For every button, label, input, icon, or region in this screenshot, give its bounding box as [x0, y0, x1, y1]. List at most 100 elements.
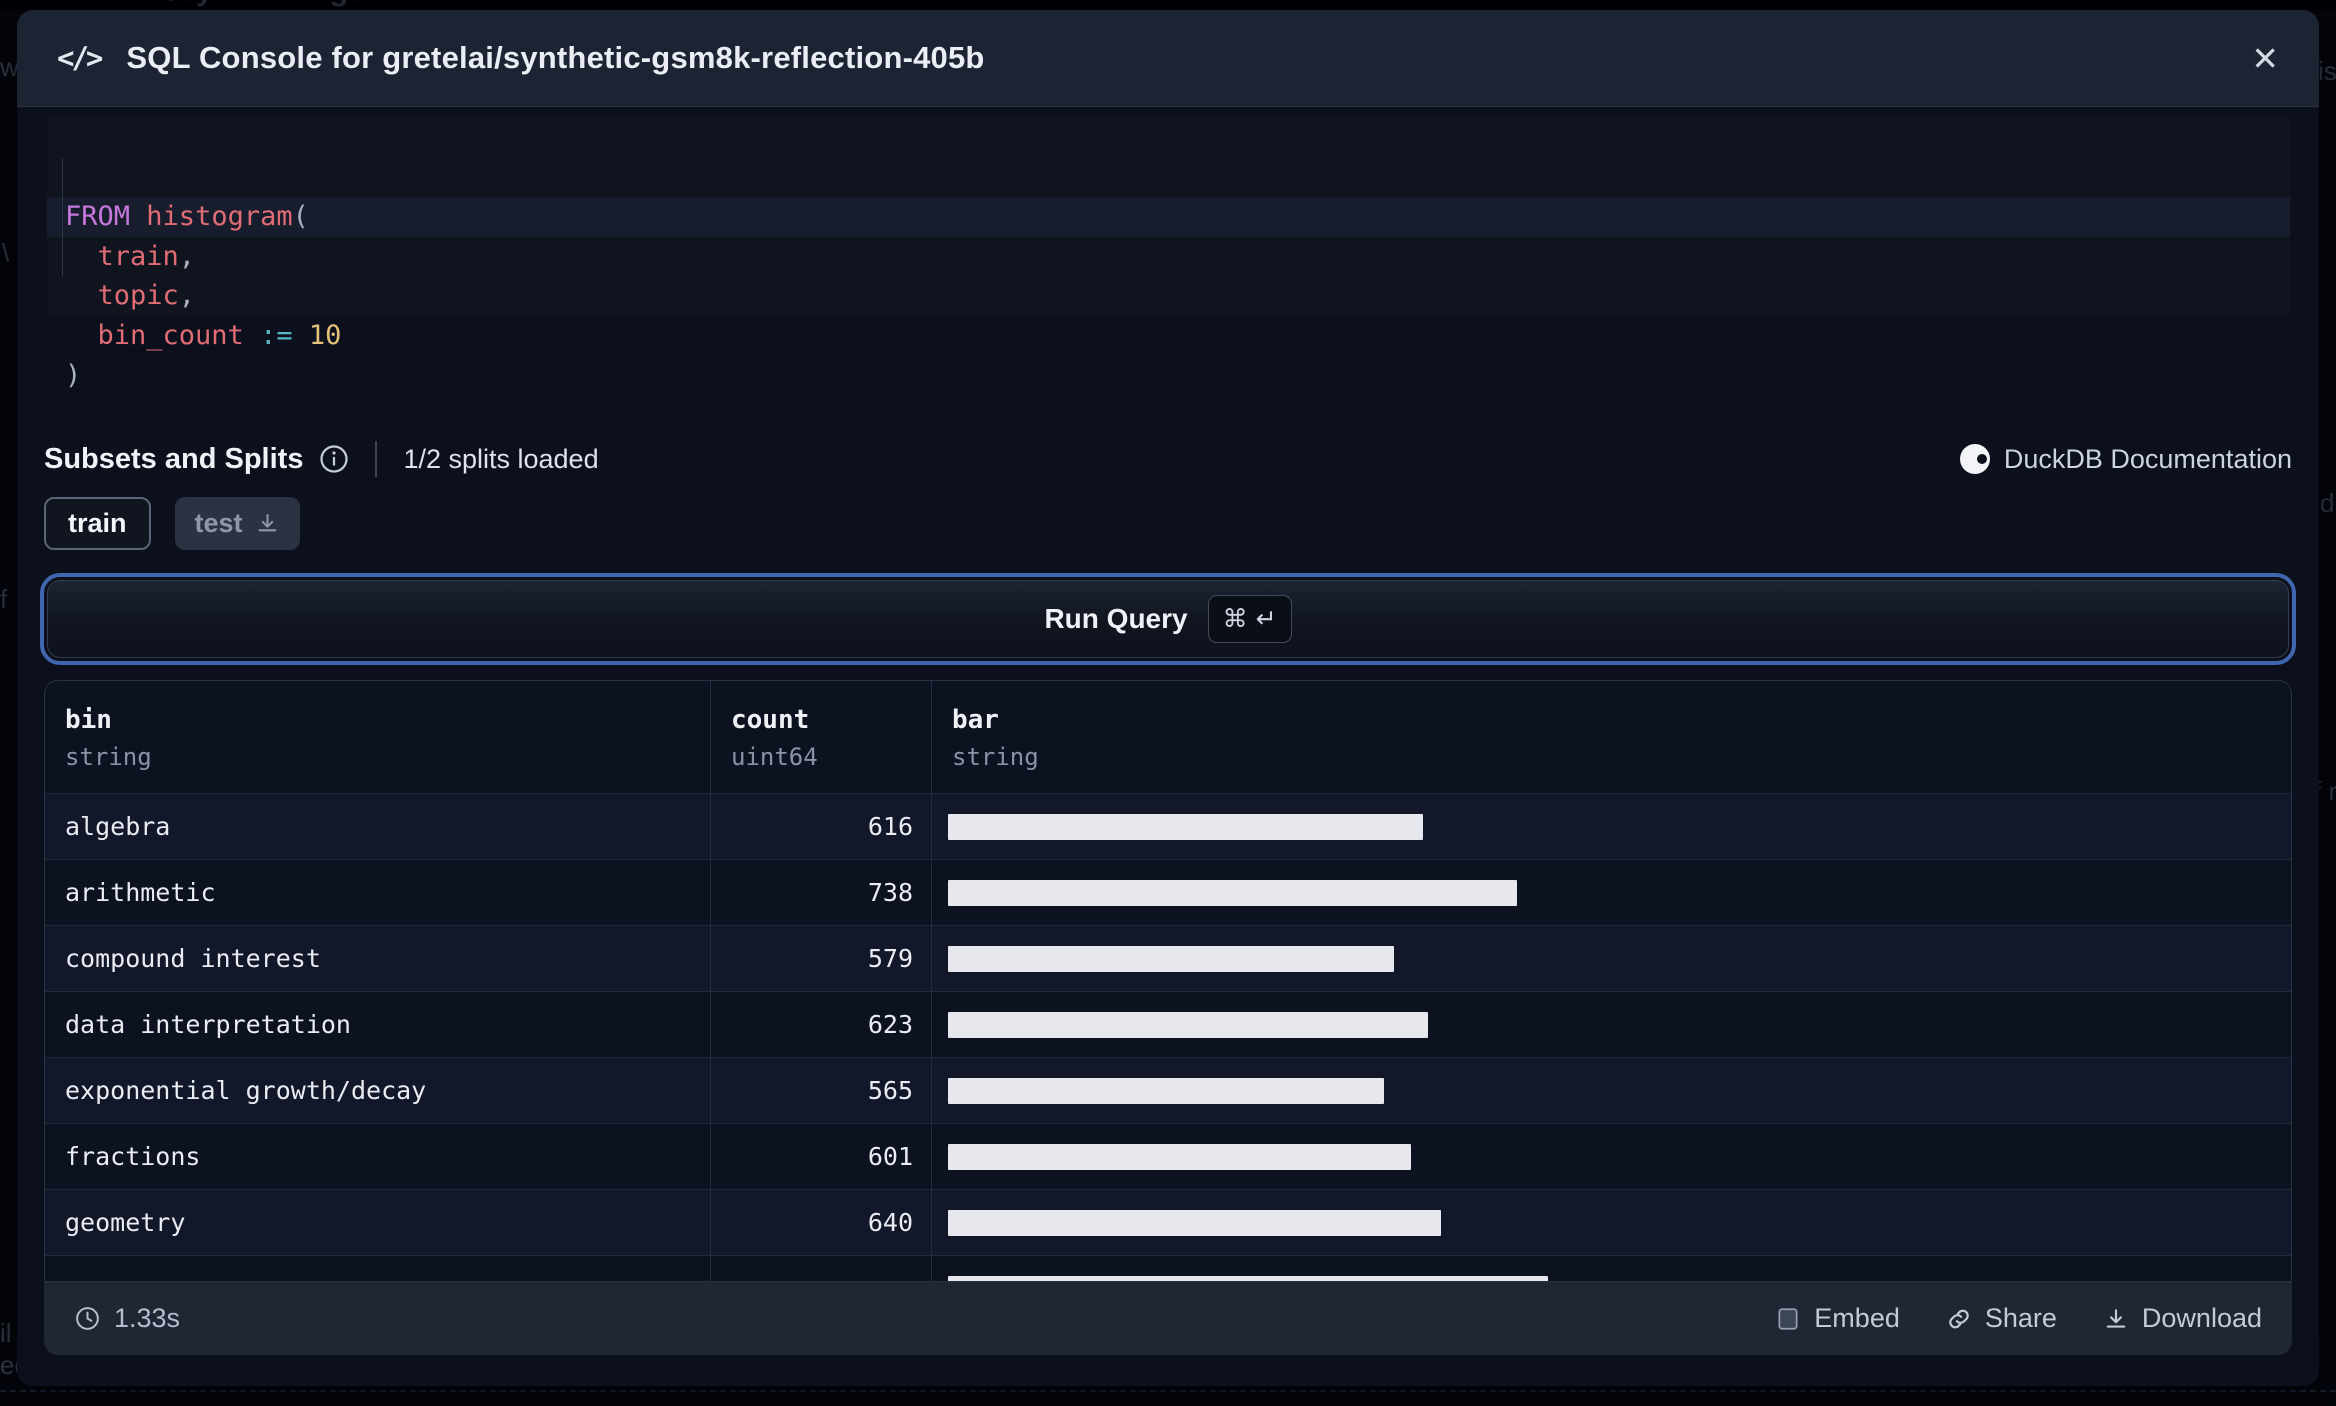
histogram-bar [948, 1077, 1384, 1104]
table-body: algebra 616 arithmetic 738 compound inte… [45, 793, 2291, 1281]
background-text-fragment: il [0, 1318, 12, 1348]
histogram-bar [948, 945, 1394, 972]
query-duration: 1.33s [74, 1303, 180, 1334]
table-row[interactable]: arithmetic 738 [45, 859, 2291, 925]
background-text-fragment: w [0, 52, 19, 82]
split-test-label: test [194, 508, 243, 538]
cell-count: 579 [711, 926, 932, 991]
histogram-bar [948, 1143, 1411, 1170]
table-row[interactable]: compound interest 579 [45, 925, 2291, 991]
column-type: string [952, 743, 1039, 771]
histogram-bar [948, 813, 1423, 840]
table-row-partial[interactable] [45, 1255, 2291, 1281]
cell-bin [45, 1256, 711, 1281]
modal-title: SQL Console for gretelai/synthetic-gsm8k… [126, 40, 985, 75]
download-button[interactable]: Download [2103, 1303, 2262, 1334]
sql-editor[interactable]: FROM histogram( train, topic, bin_count … [47, 118, 2290, 391]
keyboard-shortcut-badge: ⌘ ↵ [1207, 595, 1292, 643]
subsets-row: Subsets and Splits 1/2 splits loaded Duc… [44, 434, 2292, 484]
cell-count: 738 [711, 860, 932, 925]
cell-count: 565 [711, 1058, 932, 1123]
column-type: string [65, 743, 152, 771]
cell-bin: exponential growth/decay [45, 1058, 711, 1123]
cell-bar [932, 926, 2291, 991]
table-header-row: bin string count uint64 bar string [45, 681, 2291, 793]
code-line: train, [97, 240, 196, 272]
query-duration-value: 1.33s [114, 1303, 181, 1333]
table-row[interactable]: exponential growth/decay 565 [45, 1057, 2291, 1123]
download-label: Download [2141, 1303, 2262, 1333]
column-name: bar [952, 705, 999, 735]
info-icon[interactable] [319, 444, 349, 474]
enter-key-icon: ↵ [1255, 605, 1277, 633]
cell-count: 616 [711, 794, 932, 859]
splits-loaded-status: 1/2 splits loaded [403, 443, 599, 474]
clock-icon [76, 1307, 99, 1330]
embed-button[interactable]: Embed [1775, 1303, 1900, 1334]
subsets-title: Subsets and Splits [44, 442, 304, 475]
cell-bin: fractions [45, 1124, 711, 1189]
cell-bar [932, 1256, 2291, 1281]
cell-bar [932, 860, 2291, 925]
cell-bin: algebra [45, 794, 711, 859]
background-text-fragment: is [2318, 56, 2336, 86]
download-icon [2106, 1308, 2126, 1328]
table-row[interactable]: data interpretation 623 [45, 991, 2291, 1057]
cell-bin: geometry [45, 1190, 711, 1255]
code-line: bin_count := 10 [97, 319, 342, 351]
column-type: uint64 [731, 743, 818, 771]
divider [375, 441, 378, 477]
modal-header: </> SQL Console for gretelai/synthetic-g… [17, 10, 2319, 107]
cell-bin: compound interest [45, 926, 711, 991]
split-train-label: train [68, 508, 127, 538]
cell-count [711, 1256, 932, 1281]
duckdb-documentation-link[interactable]: DuckDB Documentation [1959, 444, 2292, 475]
background-text-fragment: d [2320, 488, 2335, 518]
close-button[interactable]: ✕ [2251, 42, 2279, 75]
run-query-button[interactable]: Run Query ⌘ ↵ [40, 573, 2296, 665]
histogram-bar [948, 1011, 1428, 1038]
column-header-bin[interactable]: bin string [45, 681, 711, 793]
cell-count: 623 [711, 992, 932, 1057]
results-footer: 1.33s Embed Share Download [44, 1282, 2292, 1355]
background-text-fragment: f [0, 584, 8, 614]
sql-console-modal: </> SQL Console for gretelai/synthetic-g… [17, 10, 2319, 1386]
share-button[interactable]: Share [1946, 1303, 2057, 1334]
cell-bar [932, 1058, 2291, 1123]
histogram-bar [948, 1209, 1441, 1236]
cell-count: 601 [711, 1124, 932, 1189]
embed-label: Embed [1814, 1303, 1900, 1333]
table-row[interactable]: geometry 640 [45, 1189, 2291, 1255]
cell-bar [932, 1124, 2291, 1189]
background-page-title: ai/synthetic-gsm8k-reflection-405b [142, 0, 669, 8]
split-test-button[interactable]: test [174, 497, 300, 550]
code-line: ) [65, 359, 82, 391]
histogram-bar [948, 879, 1517, 906]
column-header-bar[interactable]: bar string [932, 681, 2291, 793]
cmd-key-icon: ⌘ [1222, 605, 1248, 633]
link-icon [1949, 1309, 1969, 1328]
cell-bar [932, 1190, 2291, 1255]
column-header-count[interactable]: count uint64 [711, 681, 932, 793]
footer-actions: Embed Share Download [1775, 1303, 2262, 1334]
background-text-fragment: \ [2, 238, 10, 268]
cell-bin: data interpretation [45, 992, 711, 1057]
background-page-top: ai/synthetic-gsm8k-reflection-405b [0, 0, 2336, 10]
cell-bin: arithmetic [45, 860, 711, 925]
table-row[interactable]: algebra 616 [45, 793, 2291, 859]
split-train-button[interactable]: train [44, 497, 151, 550]
code-line: FROM histogram( [47, 197, 2290, 237]
splits-buttons: train test [44, 497, 300, 550]
background-divider [0, 1390, 2336, 1392]
column-name: count [731, 705, 810, 735]
share-label: Share [1984, 1303, 2057, 1333]
indent-guide [62, 157, 63, 277]
code-line: topic, [97, 280, 196, 312]
results-table: bin string count uint64 bar string algeb… [44, 680, 2292, 1282]
run-query-label: Run Query [1044, 603, 1188, 634]
cell-bar [932, 794, 2291, 859]
duckdb-logo-icon [1959, 444, 1990, 474]
cell-bar [932, 992, 2291, 1057]
column-name: bin [65, 705, 112, 735]
table-row[interactable]: fractions 601 [45, 1123, 2291, 1189]
